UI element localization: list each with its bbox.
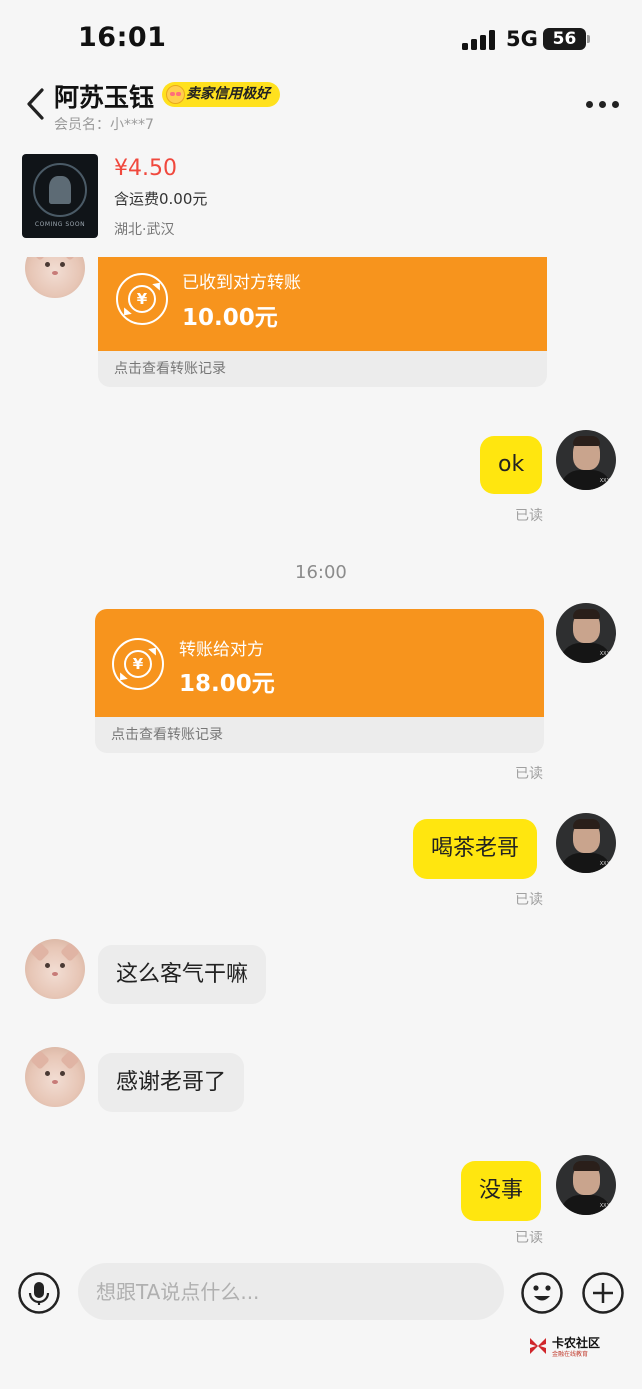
- read-status: 已读: [515, 1231, 543, 1245]
- battery-icon: 56: [543, 28, 591, 50]
- seller-avatar[interactable]: [25, 939, 85, 999]
- thumbnail-caption: COMING SOON: [34, 221, 86, 228]
- my-avatar[interactable]: XXX: [556, 430, 616, 490]
- transfer-sent-amount: 18.00元: [179, 671, 275, 697]
- watermark-subtitle: 金融在线教育: [552, 1351, 589, 1358]
- product-shipping: 含运费0.00元: [114, 190, 208, 208]
- cool-face-icon: [166, 85, 185, 104]
- seller-avatar[interactable]: [25, 1047, 85, 1107]
- more-icon[interactable]: [584, 100, 620, 110]
- my-avatar[interactable]: XXX: [556, 1155, 616, 1215]
- my-avatar[interactable]: XXX: [556, 813, 616, 873]
- credit-badge[interactable]: 卖家信用极好: [162, 82, 280, 107]
- transfer-received-footer[interactable]: 点击查看转账记录: [98, 351, 547, 387]
- transfer-sent-footer[interactable]: 点击查看转账记录: [95, 717, 544, 753]
- message-bubble-ok[interactable]: ok: [480, 436, 543, 494]
- message-bubble-no-problem[interactable]: 没事: [461, 1161, 542, 1221]
- product-price: ¥4.50: [114, 156, 177, 181]
- my-avatar[interactable]: XXX: [556, 603, 616, 663]
- emoji-icon[interactable]: [521, 1272, 563, 1314]
- seller-name[interactable]: 阿苏玉钰: [54, 78, 154, 114]
- network-type: 5G: [506, 27, 538, 51]
- watermark-logo-icon: [530, 1338, 546, 1354]
- product-location: 湖北·武汉: [114, 222, 175, 238]
- transfer-coin-icon: ¥: [116, 273, 168, 325]
- transfer-received-title: 已收到对方转账: [182, 273, 301, 293]
- read-status: 已读: [515, 508, 543, 524]
- message-bubble-polite[interactable]: 这么客气干嘛: [98, 945, 267, 1004]
- read-status: 已读: [515, 892, 543, 908]
- battery-level: 56: [552, 29, 577, 49]
- back-icon[interactable]: [22, 86, 52, 122]
- read-status: 已读: [515, 766, 543, 782]
- message-bubble-thanks[interactable]: 感谢老哥了: [98, 1053, 245, 1112]
- member-name: 会员名：小***7: [54, 117, 154, 133]
- signal-icon: [462, 30, 495, 50]
- watermark: 卡农社区 金融在线教育: [528, 1334, 608, 1362]
- credit-badge-label: 卖家信用极好: [186, 86, 270, 102]
- message-input[interactable]: [78, 1263, 504, 1320]
- message-bubble-tea[interactable]: 喝茶老哥: [413, 819, 538, 879]
- status-time: 16:01: [78, 22, 167, 53]
- product-thumbnail[interactable]: COMING SOON: [22, 154, 98, 238]
- plus-icon[interactable]: [582, 1272, 624, 1314]
- transfer-coin-icon: ¥: [112, 638, 164, 690]
- time-divider: 16:00: [295, 562, 347, 583]
- transfer-received-amount: 10.00元: [182, 305, 278, 331]
- transfer-sent-title: 转账给对方: [179, 640, 264, 660]
- voice-icon[interactable]: [18, 1272, 60, 1314]
